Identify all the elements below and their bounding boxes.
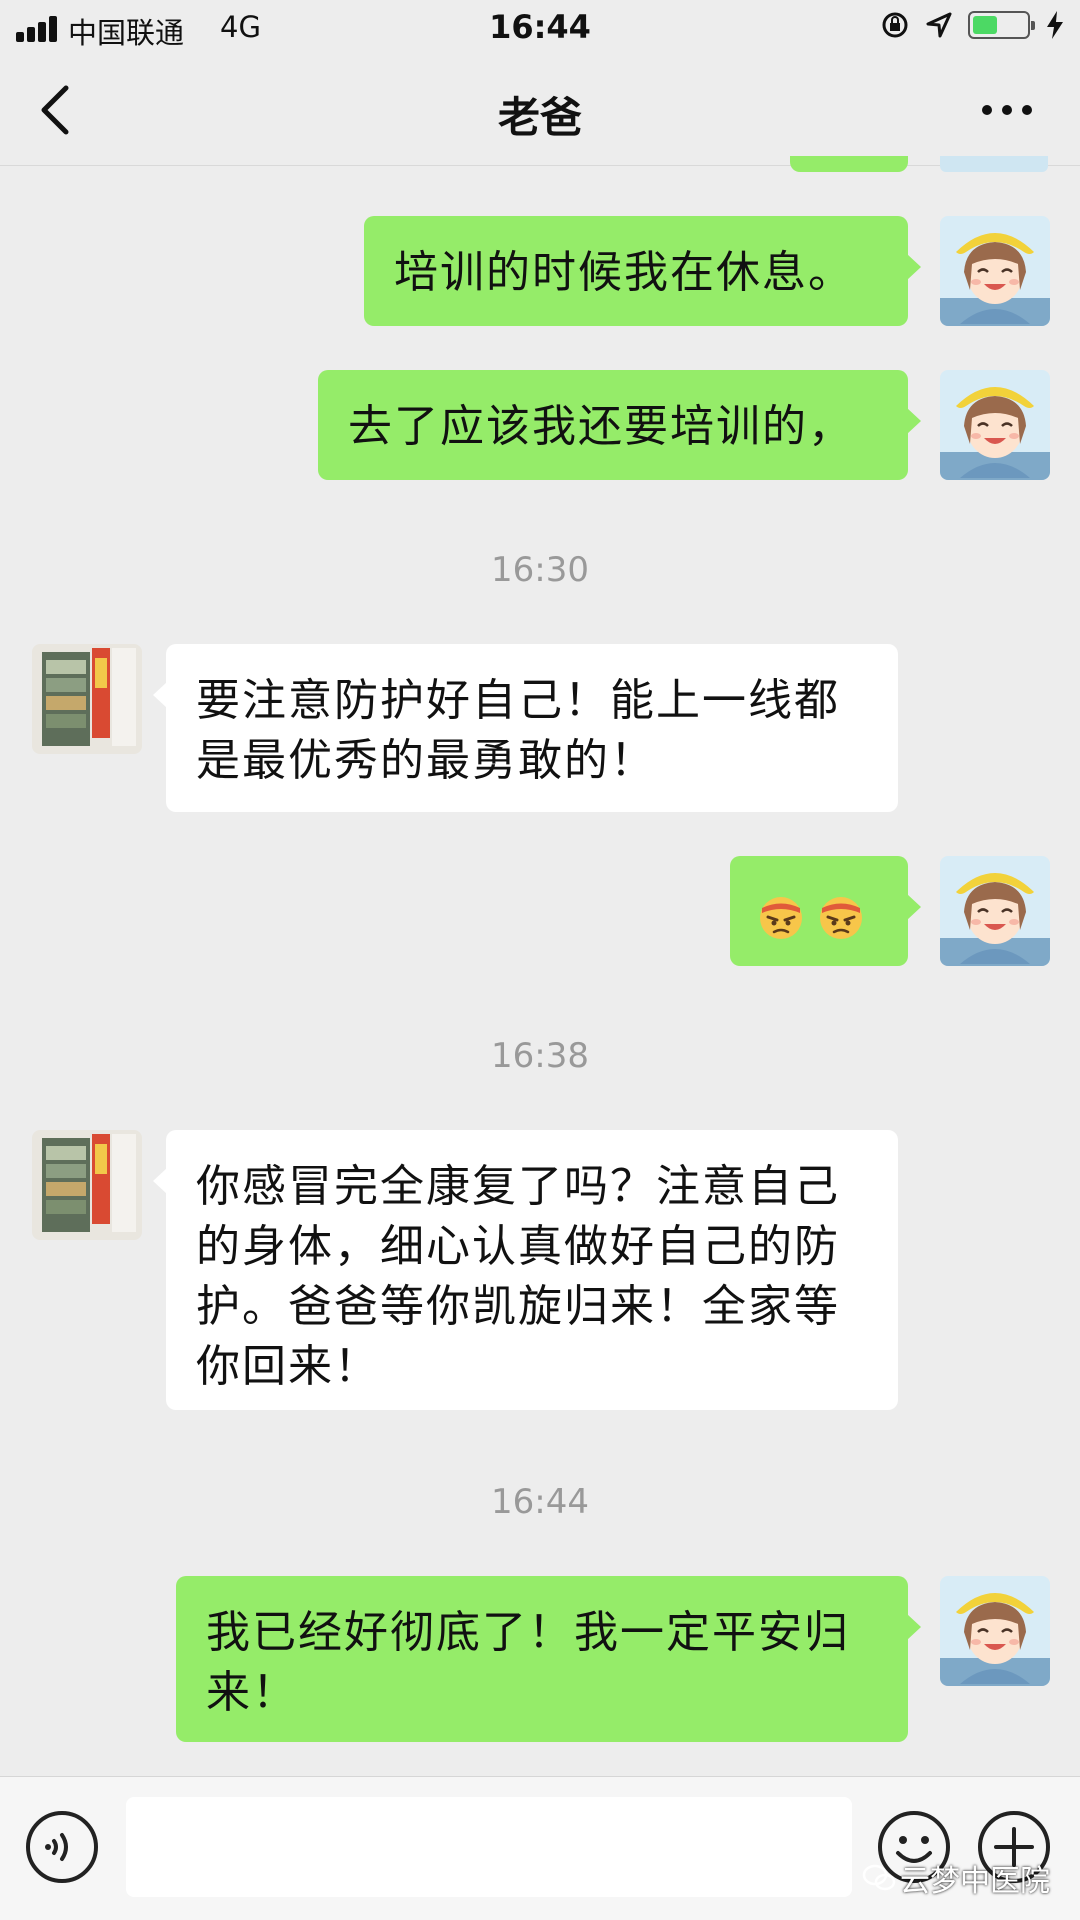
- message-input[interactable]: [126, 1797, 852, 1897]
- angry-face-emoji-icon: [816, 891, 866, 941]
- previous-message-fragment: [790, 156, 908, 172]
- message-bubble-me[interactable]: 我已经好彻底了！我一定平安归来！: [176, 1576, 921, 1742]
- message-bubble-contact[interactable]: 你感冒完全康复了吗？注意自己的身体，细心认真做好自己的防护。爸爸等你凯旋归来！全…: [153, 1130, 898, 1410]
- my-avatar[interactable]: [940, 856, 1050, 966]
- message-bubble-me[interactable]: 培训的时候我在休息。: [364, 216, 921, 326]
- my-avatar[interactable]: [940, 370, 1050, 480]
- charging-bolt-icon: [1047, 11, 1063, 39]
- watermark: 云梦中医院: [862, 1856, 1050, 1900]
- message-timestamp: 16:38: [491, 1036, 589, 1076]
- more-dots-icon[interactable]: [980, 102, 1034, 118]
- my-avatar[interactable]: [940, 1576, 1050, 1686]
- battery-level: [973, 16, 998, 34]
- status-bar: 中国联通 4G 16:44: [0, 0, 1080, 56]
- battery-icon: [968, 11, 1035, 39]
- angry-face-emoji-icon: [756, 891, 806, 941]
- message-bubble-contact[interactable]: 要注意防护好自己！能上一线都是最优秀的最勇敢的！: [153, 644, 898, 812]
- voice-icon[interactable]: [24, 1809, 100, 1885]
- watermark-text: 云梦中医院: [900, 1864, 1050, 1899]
- nav-bar: 老爸: [0, 56, 1080, 166]
- rotation-lock-icon: [882, 12, 908, 38]
- message-timestamp: 16:44: [491, 1482, 589, 1522]
- location-icon: [926, 12, 952, 38]
- contact-avatar[interactable]: [32, 644, 142, 754]
- chat-title: 老爸: [497, 93, 582, 142]
- wechat-icon: [862, 1864, 896, 1891]
- contact-avatar[interactable]: [32, 1130, 142, 1240]
- previous-avatar-fragment: [940, 156, 1048, 172]
- message-bubble-me[interactable]: 去了应该我还要培训的，: [318, 370, 921, 480]
- message-bubble-me-emoji[interactable]: [730, 856, 921, 966]
- message-timestamp: 16:30: [491, 550, 589, 590]
- my-avatar[interactable]: [940, 216, 1050, 326]
